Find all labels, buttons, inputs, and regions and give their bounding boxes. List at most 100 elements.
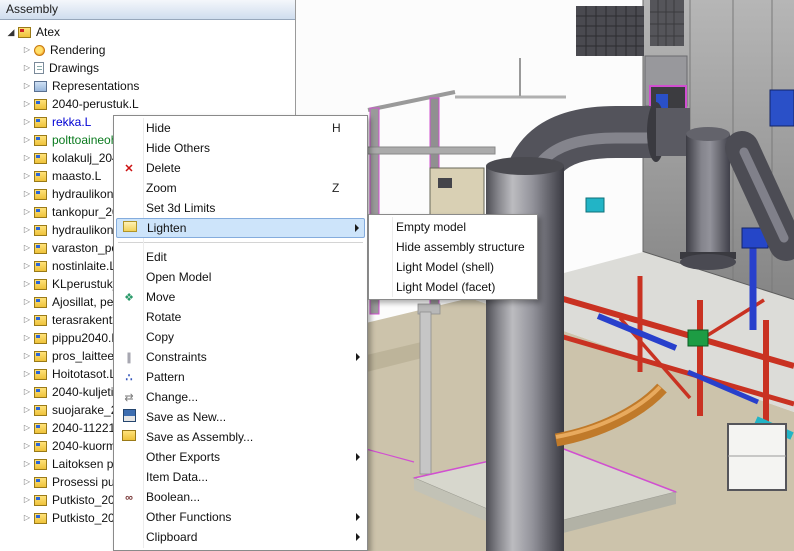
submenu-item-empty-model[interactable]: Empty model (371, 217, 535, 237)
part-icon (34, 405, 47, 416)
menu-item-copy[interactable]: Copy (116, 327, 365, 347)
tree-expand-icon[interactable]: ▷ (20, 491, 34, 509)
part-icon (34, 387, 47, 398)
submenu-item-light-model-facet[interactable]: Light Model (facet) (371, 277, 535, 297)
submenu-arrow-icon (350, 533, 360, 541)
part-icon (34, 423, 47, 434)
part-icon (34, 315, 47, 326)
menu-item-set-3d-limits[interactable]: Set 3d Limits (116, 198, 365, 218)
menu-item-save-as-assembly[interactable]: Save as Assembly... (116, 427, 365, 447)
pattern-icon: ∴ (119, 370, 139, 385)
menu-item-hide-others[interactable]: Hide Others (116, 138, 365, 158)
menu-item-open-model[interactable]: Open Model (116, 267, 365, 287)
menu-item-constraints[interactable]: ∥Constraints (116, 347, 365, 367)
tree-expand-icon[interactable]: ▷ (20, 77, 34, 95)
part-icon (34, 279, 47, 290)
tree-expand-icon[interactable]: ▷ (20, 185, 34, 203)
menu-item-label: Constraints (139, 350, 332, 364)
part-icon (34, 99, 47, 110)
tree-item-label: pippu2040.L (52, 329, 118, 347)
tree-item-label: Representations (52, 77, 139, 95)
tree-expand-icon[interactable]: ▷ (20, 167, 34, 185)
tree-expand-icon[interactable]: ▷ (20, 329, 34, 347)
menu-item-pattern[interactable]: ∴Pattern (116, 367, 365, 387)
menu-item-save-as-new[interactable]: Save as New... (116, 407, 365, 427)
tree-expand-icon[interactable]: ▷ (20, 509, 34, 527)
menu-item-item-data[interactable]: Item Data... (116, 467, 365, 487)
tree-expand-icon[interactable]: ▷ (20, 401, 34, 419)
tree-expand-icon[interactable]: ▷ (20, 257, 34, 275)
menu-item-move[interactable]: ❖Move (116, 287, 365, 307)
tree-item-label: Putkisto_204 (52, 509, 121, 527)
tree-expand-icon[interactable]: ▷ (20, 365, 34, 383)
tree-item-label: nostinlaite.L (52, 257, 116, 275)
tree-expand-icon[interactable]: ▷ (20, 437, 34, 455)
part-icon (34, 477, 47, 488)
tree-expand-icon[interactable]: ▷ (20, 95, 34, 113)
tree-collapse-icon[interactable]: ◢ (4, 23, 18, 41)
tree-expand-icon[interactable]: ▷ (20, 59, 34, 77)
menu-item-label: Set 3d Limits (139, 201, 332, 215)
tree-expand-icon[interactable]: ▷ (20, 41, 34, 59)
lighten-submenu: Empty model Hide assembly structure Light … (368, 214, 538, 300)
menu-item-change[interactable]: ⇄Change... (116, 387, 365, 407)
app-window: Assembly ◢Atex▷Rendering▷Drawings▷Repres… (0, 0, 794, 551)
menu-item-label: Move (139, 290, 332, 304)
submenu-item-hide-assembly-structure[interactable]: Hide assembly structure (371, 237, 535, 257)
menu-item-label: Hide (139, 121, 332, 135)
panel-title: Assembly (6, 2, 58, 16)
submenu-arrow-icon (350, 453, 360, 461)
menu-item-hide[interactable]: HideH (116, 118, 365, 138)
submenu-item-label: Hide assembly structure (386, 240, 530, 254)
tree-item-2040-perustuk-l[interactable]: ▷2040-perustuk.L (0, 95, 295, 113)
tree-expand-icon[interactable]: ▷ (20, 383, 34, 401)
part-icon (34, 513, 47, 524)
menu-item-zoom[interactable]: ZoomZ (116, 178, 365, 198)
tree-item-label: KLperustuk_ (52, 275, 119, 293)
menu-item-label: Copy (139, 330, 332, 344)
part-icon (34, 261, 47, 272)
part-icon (34, 297, 47, 308)
part-icon (34, 117, 47, 128)
tree-item-label: Drawings (49, 59, 99, 77)
lighten-icon (120, 221, 140, 235)
panel-title-bar[interactable]: Assembly (0, 0, 295, 20)
tree-item-label: rekka.L (52, 113, 91, 131)
tree-expand-icon[interactable]: ▷ (20, 311, 34, 329)
save-assembly-icon (119, 430, 139, 444)
tree-expand-icon[interactable]: ▷ (20, 221, 34, 239)
tree-item-drawings[interactable]: ▷ Drawings (0, 59, 295, 77)
tree-item-atex[interactable]: ◢ Atex (0, 23, 295, 41)
tree-expand-icon[interactable]: ▷ (20, 455, 34, 473)
menu-item-boolean[interactable]: ∞Boolean... (116, 487, 365, 507)
drawings-icon (34, 62, 44, 74)
tree-expand-icon[interactable]: ▷ (20, 419, 34, 437)
tree-expand-icon[interactable]: ▷ (20, 239, 34, 257)
tree-expand-icon[interactable]: ▷ (20, 113, 34, 131)
tree-expand-icon[interactable]: ▷ (20, 347, 34, 365)
tree-expand-icon[interactable]: ▷ (20, 203, 34, 221)
tree-item-representations[interactable]: ▷ Representations (0, 77, 295, 95)
move-icon: ❖ (119, 290, 139, 305)
tree-expand-icon[interactable]: ▷ (20, 149, 34, 167)
tree-expand-icon[interactable]: ▷ (20, 275, 34, 293)
tree-expand-icon[interactable]: ▷ (20, 293, 34, 311)
menu-item-edit[interactable]: Edit (116, 247, 365, 267)
tree-item-label: Atex (36, 23, 60, 41)
menu-item-clipboard[interactable]: Clipboard (116, 527, 365, 547)
menu-item-label: Boolean... (139, 490, 332, 504)
delete-icon: ✕ (119, 161, 139, 176)
tree-expand-icon[interactable]: ▷ (20, 473, 34, 491)
tree-item-label: hydraulikone (52, 221, 120, 239)
change-icon: ⇄ (119, 390, 139, 405)
submenu-item-light-model-shell[interactable]: Light Model (shell) (371, 257, 535, 277)
menu-item-other-functions[interactable]: Other Functions (116, 507, 365, 527)
tree-item-rendering[interactable]: ▷Rendering (0, 41, 295, 59)
representations-icon (34, 81, 47, 92)
menu-item-delete[interactable]: ✕Delete (116, 158, 365, 178)
menu-item-lighten[interactable]: Lighten (116, 218, 365, 238)
menu-item-rotate[interactable]: Rotate (116, 307, 365, 327)
menu-item-other-exports[interactable]: Other Exports (116, 447, 365, 467)
tree-expand-icon[interactable]: ▷ (20, 131, 34, 149)
constraints-icon: ∥ (119, 350, 139, 365)
